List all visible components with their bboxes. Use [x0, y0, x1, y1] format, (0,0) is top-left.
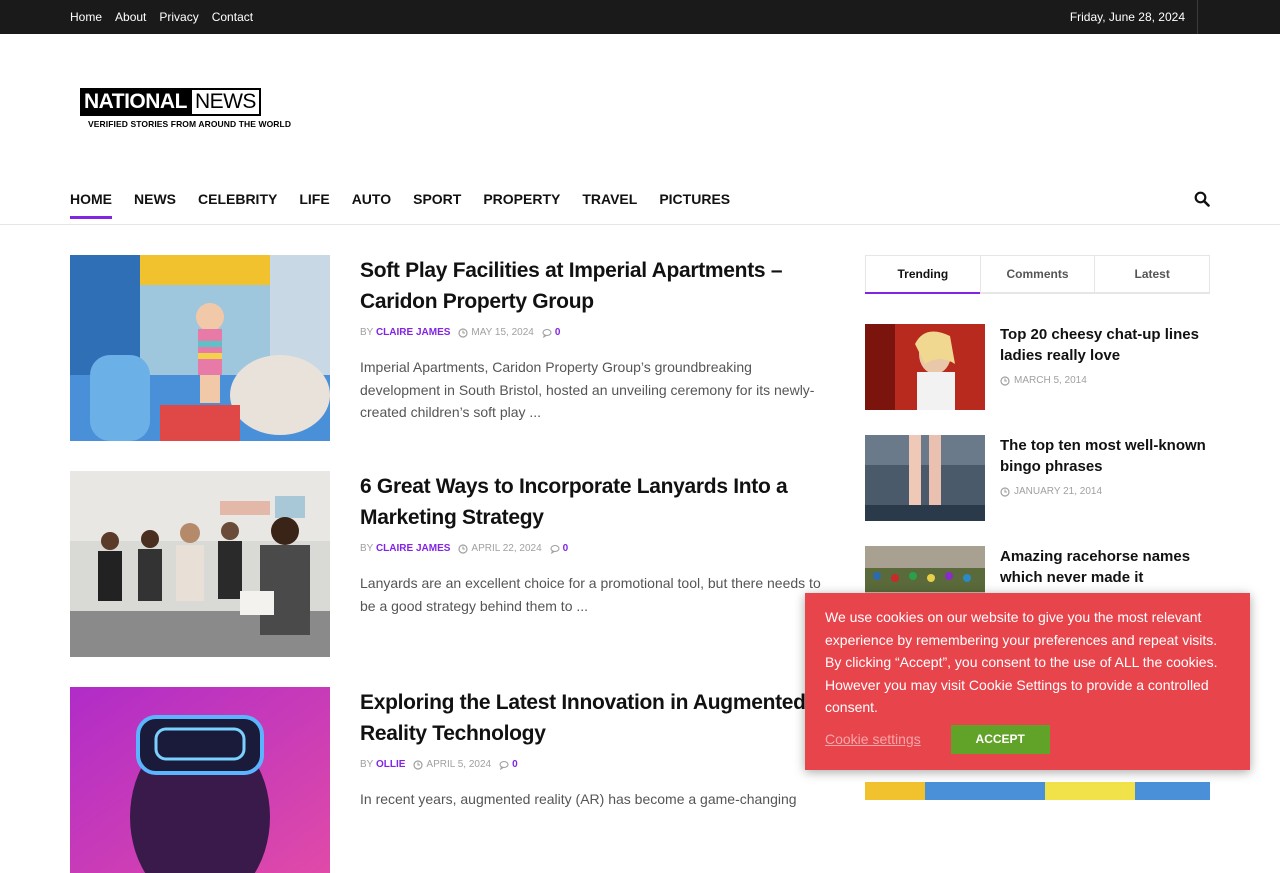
article-excerpt: Imperial Apartments, Caridon Property Gr…: [360, 359, 815, 420]
logo-word-national: NATIONAL: [80, 88, 190, 116]
nav-item-property[interactable]: PROPERTY: [483, 184, 560, 214]
clock-icon: [413, 759, 424, 770]
sidebar-item-title[interactable]: The top ten most well-known bingo phrase…: [1000, 435, 1210, 477]
by-label: BY: [360, 543, 374, 554]
article-meta: BY CLAIRE JAMES MAY 15, 2024 0: [360, 327, 825, 338]
clock-icon: [458, 327, 469, 338]
sidebar-tabs: Trending Comments Latest: [865, 255, 1210, 294]
top-link-home[interactable]: Home: [70, 10, 102, 24]
sidebar-item: The top ten most well-known bingo phrase…: [865, 435, 1210, 521]
accept-button[interactable]: ACCEPT: [950, 724, 1050, 754]
sidebar-thumbnail[interactable]: [865, 324, 985, 410]
sidebar-thumbnail[interactable]: [865, 782, 1210, 800]
sidebar-item-date[interactable]: MARCH 5, 2014: [1014, 375, 1087, 386]
article-title[interactable]: 6 Great Ways to Incorporate Lanyards Int…: [360, 471, 825, 533]
sidebar-thumbnail[interactable]: [865, 435, 985, 521]
article-thumbnail-soft-play[interactable]: [70, 255, 330, 441]
nav-item-auto[interactable]: AUTO: [352, 184, 391, 214]
cookie-settings-link[interactable]: Cookie settings: [825, 731, 921, 747]
sidebar-item: Top 20 cheesy chat-up lines ladies reall…: [865, 324, 1210, 410]
article-author[interactable]: CLAIRE JAMES: [376, 327, 450, 338]
current-date: Friday, June 28, 2024: [1069, 10, 1185, 24]
comment-icon: [542, 328, 552, 338]
clock-icon: [1000, 486, 1010, 497]
cookie-banner: We use cookies on our website to give yo…: [805, 593, 1250, 770]
tab-comments[interactable]: Comments: [981, 256, 1096, 292]
article-thumbnail-ar[interactable]: [70, 687, 330, 873]
nav-item-life[interactable]: LIFE: [299, 184, 329, 214]
article-meta: BY CLAIRE JAMES APRIL 22, 2024 0: [360, 543, 825, 554]
top-nav: Home About Privacy Contact: [70, 0, 253, 34]
sidebar-item-title[interactable]: Amazing racehorse names which never made…: [1000, 546, 1210, 588]
site-logo[interactable]: NATIONAL NEWS VERIFIED STORIES FROM AROU…: [80, 88, 300, 130]
main-nav: HOME NEWS CELEBRITY LIFE AUTO SPORT PROP…: [70, 184, 730, 219]
article-thumbnail-lanyards[interactable]: [70, 471, 330, 657]
article-meta: BY OLLIE APRIL 5, 2024 0: [360, 759, 825, 770]
top-link-privacy[interactable]: Privacy: [159, 10, 198, 24]
sidebar-item-meta: MARCH 5, 2014: [1000, 375, 1087, 386]
clock-icon: [458, 543, 469, 554]
nav-item-travel[interactable]: TRAVEL: [582, 184, 637, 214]
article-date[interactable]: MAY 15, 2024: [471, 327, 533, 338]
article-title[interactable]: Exploring the Latest Innovation in Augme…: [360, 687, 825, 749]
nav-item-pictures[interactable]: PICTURES: [659, 184, 730, 214]
article-comment-count[interactable]: 0: [512, 759, 518, 770]
top-divider: [1197, 0, 1198, 34]
nav-divider: [0, 224, 1280, 225]
clock-icon: [1000, 375, 1010, 386]
article-comment-count[interactable]: 0: [555, 327, 561, 338]
article-excerpt: Lanyards are an excellent choice for a p…: [360, 575, 821, 614]
article-title[interactable]: Soft Play Facilities at Imperial Apartme…: [360, 255, 825, 317]
article-date[interactable]: APRIL 22, 2024: [471, 543, 541, 554]
search-icon[interactable]: [1194, 191, 1210, 207]
top-link-contact[interactable]: Contact: [212, 10, 253, 24]
nav-item-sport[interactable]: SPORT: [413, 184, 461, 214]
tab-latest[interactable]: Latest: [1095, 256, 1209, 292]
sidebar-item-date[interactable]: JANUARY 21, 2014: [1014, 486, 1102, 497]
tab-trending[interactable]: Trending: [865, 256, 981, 294]
comment-icon: [550, 544, 560, 554]
cookie-message: We use cookies on our website to give yo…: [825, 609, 1218, 715]
nav-item-news[interactable]: NEWS: [134, 184, 176, 214]
sidebar-item-meta: JANUARY 21, 2014: [1000, 486, 1102, 497]
article-date[interactable]: APRIL 5, 2024: [426, 759, 491, 770]
by-label: BY: [360, 759, 374, 770]
article-author[interactable]: OLLIE: [376, 759, 405, 770]
article-comment-count[interactable]: 0: [563, 543, 569, 554]
comment-icon: [499, 760, 509, 770]
article-excerpt: In recent years, augmented reality (AR) …: [360, 791, 797, 807]
top-link-about[interactable]: About: [115, 10, 146, 24]
article-author[interactable]: CLAIRE JAMES: [376, 543, 450, 554]
nav-item-celebrity[interactable]: CELEBRITY: [198, 184, 277, 214]
sidebar-item-title[interactable]: Top 20 cheesy chat-up lines ladies reall…: [1000, 324, 1210, 366]
by-label: BY: [360, 327, 374, 338]
logo-word-news: NEWS: [189, 88, 261, 116]
nav-item-home[interactable]: HOME: [70, 184, 112, 219]
top-bar: Home About Privacy Contact Friday, June …: [0, 0, 1280, 34]
logo-tagline: VERIFIED STORIES FROM AROUND THE WORLD: [88, 119, 292, 129]
